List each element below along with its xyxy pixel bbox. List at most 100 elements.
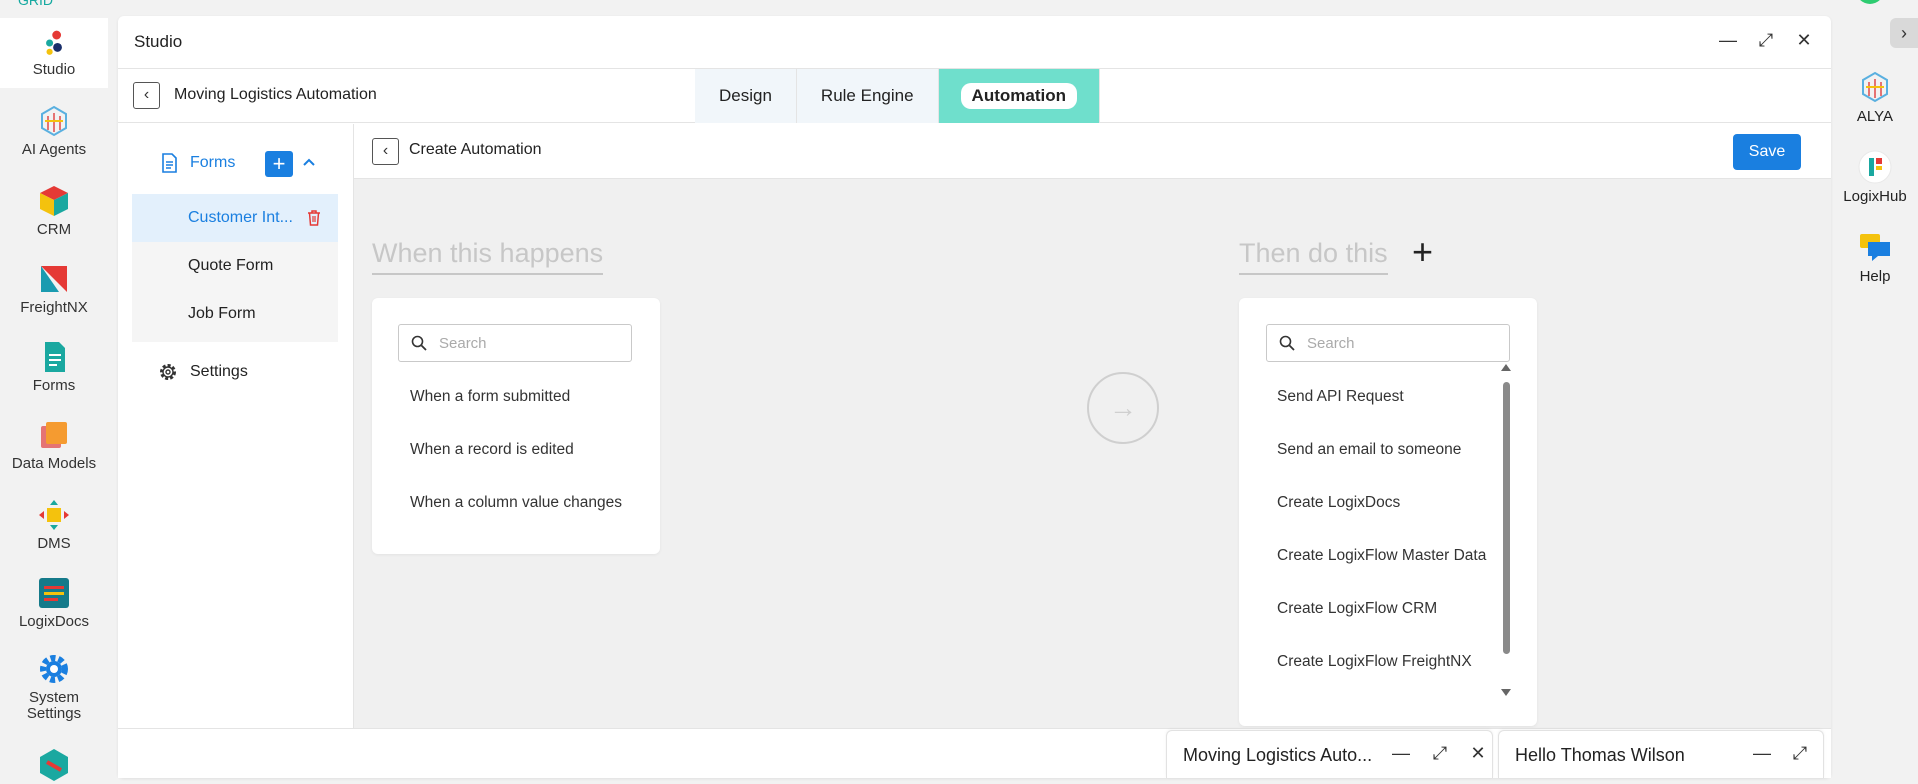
action-option[interactable]: Create LogixFlow Master Data	[1277, 547, 1486, 565]
rail-item-studio[interactable]: Studio	[0, 18, 108, 88]
trigger-option[interactable]: When a record is edited	[410, 441, 574, 459]
scroll-down-arrow-icon[interactable]	[1501, 689, 1511, 696]
app-rail: GRID Studio AI Agents CRM FreightNX Form…	[0, 0, 108, 784]
window-header: Studio — ⤢ ✕	[118, 16, 1831, 69]
form-item-label: Customer Int...	[188, 209, 293, 226]
rail-item-crm[interactable]: CRM	[0, 184, 108, 238]
trigger-card: Search When a form submitted When a reco…	[372, 298, 660, 554]
scroll-up-arrow-icon[interactable]	[1501, 364, 1511, 371]
form-item-label: Job Form	[188, 305, 256, 322]
action-option[interactable]: Create LogixFlow FreightNX	[1277, 653, 1472, 671]
close-icon[interactable]: ✕	[1467, 743, 1489, 764]
expand-icon[interactable]: ⤢	[1429, 743, 1451, 764]
tab-rule-engine[interactable]: Rule Engine	[796, 69, 939, 123]
action-card: Search Send API Request Send an email to…	[1239, 298, 1537, 726]
search-placeholder: Search	[1307, 335, 1355, 352]
rail-item-data-models[interactable]: Data Models	[0, 418, 108, 472]
docked-window-title: Moving Logistics Auto...	[1183, 745, 1373, 765]
right-rail: › ALYA LogixHub Help	[1832, 0, 1918, 784]
close-icon[interactable]: ✕	[1793, 30, 1815, 51]
expand-icon[interactable]: ⤢	[1755, 30, 1777, 51]
rail-item-more[interactable]	[0, 748, 108, 784]
forms-doc-icon	[45, 342, 65, 372]
action-search-input[interactable]: Search	[1266, 324, 1510, 362]
tab-bar: Design Rule Engine Automation	[695, 69, 1100, 123]
rail-item-logixdocs[interactable]: LogixDocs	[0, 576, 108, 630]
rail-item-logixhub[interactable]: LogixHub	[1832, 150, 1918, 205]
collapse-rail-button[interactable]: ›	[1890, 18, 1918, 48]
ai-agents-icon	[41, 105, 67, 137]
action-option[interactable]: Send API Request	[1277, 388, 1404, 406]
trash-icon[interactable]	[306, 209, 322, 227]
forms-section-header[interactable]: Forms	[158, 152, 235, 174]
search-placeholder: Search	[439, 335, 487, 352]
forms-sidebar: Forms + Customer Int... Quote Form Job F…	[118, 124, 354, 728]
docked-window-greeting[interactable]: Hello Thomas Wilson — ⤢	[1498, 730, 1824, 778]
search-icon	[411, 335, 427, 351]
logixhub-icon	[1858, 150, 1892, 184]
docked-window-title: Hello Thomas Wilson	[1515, 745, 1685, 765]
window-title: Studio	[134, 32, 183, 51]
alya-icon	[1862, 71, 1888, 103]
back-button[interactable]: ‹	[133, 82, 160, 109]
chat-bubbles-icon	[1860, 234, 1890, 261]
flow-arrow-icon: →	[1087, 372, 1159, 444]
add-form-button[interactable]: +	[265, 151, 293, 177]
rail-item-ai-agents[interactable]: AI Agents	[0, 104, 108, 158]
tab-automation[interactable]: Automation	[938, 69, 1100, 123]
action-option[interactable]: Send an email to someone	[1277, 441, 1461, 459]
forms-label: Forms	[190, 154, 236, 171]
hexagon-app-icon	[40, 749, 68, 781]
trigger-section-title: When this happens	[372, 238, 604, 275]
page-title: Create Automation	[409, 141, 542, 158]
brand-text: GRID	[18, 0, 53, 8]
trigger-option[interactable]: When a column value changes	[410, 494, 622, 512]
rail-item-system-settings[interactable]: System Settings	[0, 652, 108, 722]
trigger-option[interactable]: When a form submitted	[410, 388, 570, 406]
expand-icon[interactable]: ⤢	[1789, 743, 1811, 764]
rail-item-alya[interactable]: ALYA	[1832, 70, 1918, 125]
settings-label: Settings	[190, 363, 248, 380]
gear-icon	[40, 655, 68, 683]
action-option[interactable]: Create LogixDocs	[1277, 494, 1400, 512]
project-name: Moving Logistics Automation	[174, 86, 377, 103]
rail-item-forms[interactable]: Forms	[0, 340, 108, 394]
tab-automation-label: Automation	[960, 83, 1077, 109]
dms-box-icon	[39, 500, 69, 530]
sidebar-settings[interactable]: Settings	[158, 362, 248, 382]
project-header: ‹ Moving Logistics Automation Design Rul…	[118, 69, 1831, 123]
forms-list: Customer Int... Quote Form Job Form	[132, 194, 338, 342]
studio-window: Studio — ⤢ ✕ ‹ Moving Logistics Automati…	[118, 16, 1831, 778]
action-list-scrollbar[interactable]	[1501, 364, 1511, 696]
add-action-button[interactable]: +	[1412, 234, 1433, 270]
minimize-icon[interactable]: —	[1751, 743, 1773, 764]
chevron-up-icon[interactable]	[303, 154, 315, 170]
data-models-icon	[41, 422, 67, 448]
logixdocs-icon	[39, 578, 69, 608]
crm-cube-icon	[40, 186, 68, 216]
minimize-icon[interactable]: —	[1717, 30, 1739, 51]
rail-item-freightnx[interactable]: FreightNX	[0, 262, 108, 316]
action-option[interactable]: Create LogixFlow CRM	[1277, 600, 1437, 618]
scroll-thumb[interactable]	[1503, 382, 1510, 654]
rail-item-help[interactable]: Help	[1832, 230, 1918, 285]
studio-icon	[46, 30, 62, 55]
list-item-customer-intake[interactable]: Customer Int...	[132, 194, 338, 242]
rail-item-dms[interactable]: DMS	[0, 498, 108, 552]
document-icon	[162, 153, 177, 173]
freightnx-icon	[41, 266, 67, 292]
docked-window-automation[interactable]: Moving Logistics Auto... — ⤢ ✕	[1166, 730, 1493, 778]
tab-design[interactable]: Design	[695, 69, 797, 123]
automation-canvas: ‹ Create Automation Save When this happe…	[354, 124, 1831, 728]
minimize-icon[interactable]: —	[1390, 743, 1412, 764]
list-item-quote-form[interactable]: Quote Form	[132, 242, 338, 290]
form-item-label: Quote Form	[188, 257, 274, 274]
automation-header: ‹ Create Automation Save	[354, 124, 1831, 179]
action-section-title: Then do this	[1239, 238, 1388, 275]
settings-gear-icon	[160, 364, 176, 380]
save-button[interactable]: Save	[1733, 134, 1801, 170]
trigger-search-input[interactable]: Search	[398, 324, 632, 362]
search-icon	[1279, 335, 1295, 351]
back-button[interactable]: ‹	[372, 138, 399, 165]
list-item-job-form[interactable]: Job Form	[132, 290, 338, 338]
